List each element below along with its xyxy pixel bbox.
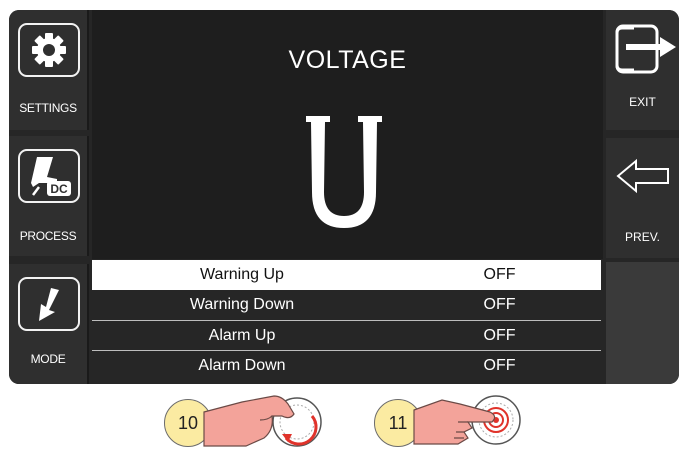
process-icon-frame: DC — [18, 149, 80, 203]
row-label: Alarm Down — [198, 357, 286, 374]
settings-label: SETTINGS — [19, 101, 77, 115]
row-label: Alarm Up — [208, 327, 276, 344]
voltage-symbol — [306, 116, 382, 228]
row-value: OFF — [483, 327, 516, 344]
settings-icon-frame — [18, 23, 80, 77]
press-knob-icon — [413, 395, 521, 445]
row-value: OFF — [483, 296, 516, 313]
settings-button[interactable]: SETTINGS — [9, 10, 89, 130]
row-alarm-down[interactable]: Alarm Down OFF — [92, 350, 601, 380]
exit-button[interactable]: EXIT — [606, 10, 679, 130]
process-label: PROCESS — [19, 229, 77, 243]
mode-icon-frame — [18, 277, 80, 331]
rotate-knob-icon — [203, 395, 322, 447]
page-title: VOLTAGE — [288, 46, 407, 74]
prev-button[interactable]: PREV. — [606, 138, 679, 258]
welding-torch-dc-icon: DC — [31, 157, 71, 196]
row-label: Warning Down — [189, 296, 295, 313]
mode-button[interactable]: MODE — [9, 264, 89, 384]
process-button[interactable]: DC PROCESS — [9, 136, 89, 256]
right-blank-panel — [606, 262, 679, 384]
row-value: OFF — [483, 266, 516, 283]
arrow-down-left-icon — [39, 288, 59, 321]
badge-number: 10 — [177, 412, 199, 433]
row-alarm-up[interactable]: Alarm Up OFF — [92, 320, 601, 350]
badge-number: 11 — [388, 412, 408, 433]
svg-text:DC: DC — [50, 182, 68, 196]
row-label: Warning Up — [200, 266, 284, 283]
prev-label: PREV. — [625, 230, 660, 244]
row-warning-up[interactable]: Warning Up OFF — [92, 260, 601, 290]
back-arrow-icon — [616, 158, 669, 194]
exit-label: EXIT — [629, 95, 656, 109]
mode-label: MODE — [30, 352, 66, 366]
gear-icon — [32, 33, 66, 67]
exit-arrow-icon — [615, 24, 676, 74]
row-warning-down[interactable]: Warning Down OFF — [92, 290, 601, 320]
main-panel: VOLTAGE U — [92, 10, 603, 259]
row-value: OFF — [483, 357, 516, 374]
